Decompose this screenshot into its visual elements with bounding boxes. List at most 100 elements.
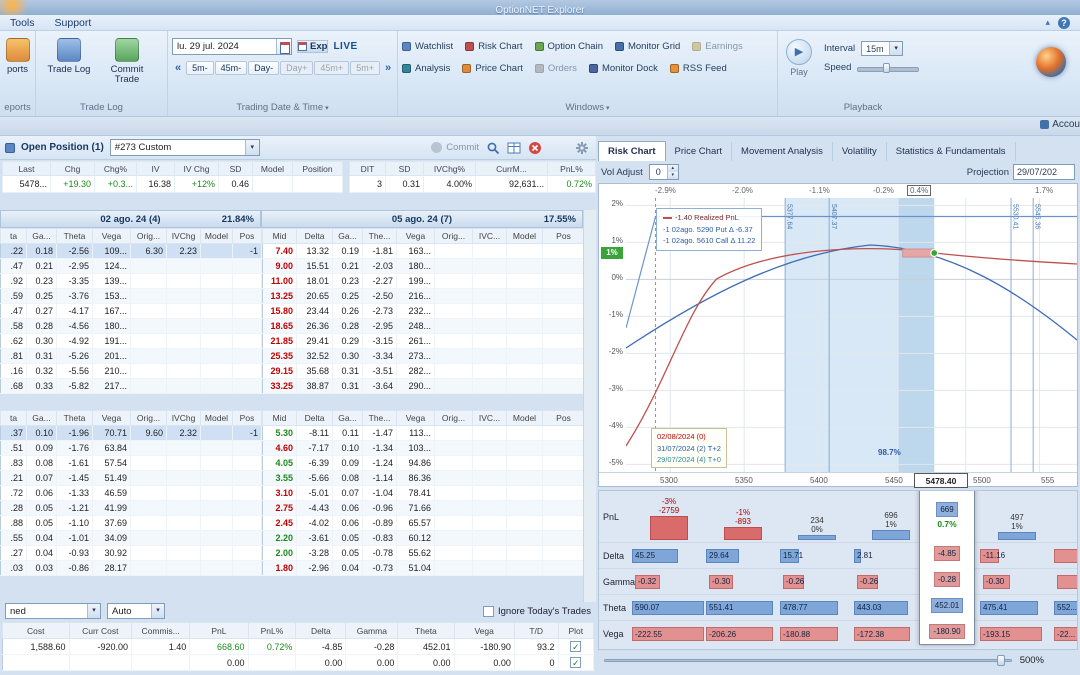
ignore-trades-checkbox[interactable]: [482, 605, 494, 617]
menu-tools[interactable]: Tools: [0, 17, 45, 29]
option-row[interactable]: .47 0.21 -2.95 124...: [0, 258, 262, 274]
column-header[interactable]: Delta: [295, 622, 347, 639]
window-toggle[interactable]: RSS Feed: [669, 63, 727, 74]
window-toggle[interactable]: Watchlist: [402, 41, 453, 52]
option-row[interactable]: 21.85 29.41 0.29 -3.15 261...: [262, 333, 585, 349]
window-toggle[interactable]: Analysis: [402, 63, 450, 74]
option-row[interactable]: 2.20 -3.61 0.05 -0.83 60.12: [262, 530, 585, 546]
option-row[interactable]: .16 0.32 -5.56 210...: [0, 363, 262, 379]
view-mode-select[interactable]: ned ▾: [5, 603, 101, 619]
option-row[interactable]: 3.10 -5.01 0.07 -1.04 78.41: [262, 485, 585, 501]
menu-support[interactable]: Support: [45, 17, 102, 29]
search-icon[interactable]: [485, 140, 500, 155]
fast-forward-button[interactable]: »: [382, 62, 394, 74]
window-toggle[interactable]: Risk Chart: [465, 41, 523, 52]
zoom-slider[interactable]: [604, 654, 1012, 666]
option-row[interactable]: 4.60 -7.17 0.10 -1.34 103...: [262, 440, 585, 456]
option-row[interactable]: .68 0.33 -5.82 217...: [0, 378, 262, 394]
option-row[interactable]: 33.25 38.87 0.31 -3.64 290...: [262, 378, 585, 394]
option-row[interactable]: .47 0.27 -4.17 167...: [0, 303, 262, 319]
column-header[interactable]: Delta: [296, 410, 333, 426]
column-header[interactable]: Ga...: [332, 410, 363, 426]
account-panel-tab[interactable]: Accou: [1040, 119, 1080, 130]
zoom-slider-handle[interactable]: [996, 654, 1005, 666]
column-header[interactable]: Ga...: [332, 228, 363, 244]
window-toggle[interactable]: Option Chain: [534, 41, 603, 52]
option-row[interactable]: 13.25 20.65 0.25 -2.50 216...: [262, 288, 585, 304]
gear-icon[interactable]: [574, 140, 589, 155]
option-row[interactable]: .03 0.03 -0.86 28.17: [0, 560, 262, 576]
option-row[interactable]: 9.00 15.51 0.21 -2.03 180...: [262, 258, 585, 274]
column-header[interactable]: Vega: [396, 410, 435, 426]
plot-checkbox[interactable]: [570, 657, 582, 668]
auto-select[interactable]: Auto ▾: [107, 603, 165, 619]
option-row[interactable]: 25.35 32.52 0.30 -3.34 273...: [262, 348, 585, 364]
column-header[interactable]: Gamma: [345, 622, 399, 639]
column-header[interactable]: IVC...: [472, 410, 507, 426]
option-row[interactable]: 2.00 -3.28 0.05 -0.78 55.62: [262, 545, 585, 561]
fast-back-button[interactable]: «: [172, 62, 184, 74]
calendar-icon[interactable]: [276, 38, 291, 54]
option-row[interactable]: 7.40 13.32 0.19 -1.81 163...: [262, 243, 585, 259]
time-nav-button[interactable]: Day-: [248, 61, 280, 75]
column-header[interactable]: Vega: [92, 228, 131, 244]
speed-slider[interactable]: [857, 62, 920, 73]
option-row[interactable]: 4.05 -6.39 0.09 -1.24 94.86: [262, 455, 585, 471]
column-header[interactable]: Mid: [262, 228, 297, 244]
column-header[interactable]: Model: [200, 410, 233, 426]
time-nav-button[interactable]: 5m-: [186, 61, 214, 75]
column-header[interactable]: Plot: [557, 622, 595, 639]
option-row[interactable]: .92 0.23 -3.35 139...: [0, 273, 262, 289]
column-header[interactable]: ta: [0, 410, 27, 426]
chart-tab[interactable]: Movement Analysis: [732, 142, 833, 161]
column-header[interactable]: Curr Cost: [68, 622, 133, 639]
column-header[interactable]: The...: [362, 228, 397, 244]
column-header[interactable]: Orig...: [434, 410, 473, 426]
option-row[interactable]: 2.45 -4.02 0.06 -0.89 65.57: [262, 515, 585, 531]
option-row[interactable]: .83 0.08 -1.61 57.54: [0, 455, 262, 471]
window-toggle[interactable]: Orders: [534, 63, 577, 74]
option-row[interactable]: .58 0.28 -4.56 180...: [0, 318, 262, 334]
chart-tab[interactable]: Volatility: [833, 142, 887, 161]
option-row[interactable]: .51 0.09 -1.76 63.84: [0, 440, 262, 456]
option-row[interactable]: 2.75 -4.43 0.06 -0.96 71.66: [262, 500, 585, 516]
option-row[interactable]: 1.80 -2.96 0.04 -0.73 51.04: [262, 560, 585, 576]
column-header[interactable]: Vega: [396, 228, 435, 244]
option-row[interactable]: 29.15 35.68 0.31 -3.51 282...: [262, 363, 585, 379]
option-row[interactable]: .37 0.10 -1.96 70.71 9.60 2.32 -1: [0, 425, 262, 441]
column-header[interactable]: Mid: [262, 410, 297, 426]
time-nav-button[interactable]: 45m+: [314, 61, 350, 75]
column-header[interactable]: Model: [506, 228, 543, 244]
expiration-header-05ago[interactable]: 05 ago. 24 (7) 17.55%: [261, 210, 583, 228]
help-icon[interactable]: ?: [1058, 16, 1070, 29]
speed-slider-handle[interactable]: [883, 62, 891, 73]
expiration-header-02ago[interactable]: 02 ago. 24 (4) 21.84%: [0, 210, 261, 228]
column-header[interactable]: Pos: [232, 410, 262, 426]
risk-chart-plot[interactable]: 5377.64 5407.37 5530.41 5545.36 -1.40 Re…: [626, 198, 1077, 472]
spin-down-icon[interactable]: ▾: [667, 172, 678, 179]
option-row[interactable]: .72 0.06 -1.33 46.59: [0, 485, 262, 501]
trade-log-button[interactable]: Trade Log: [40, 35, 98, 75]
option-row[interactable]: .27 0.04 -0.93 30.92: [0, 545, 262, 561]
column-header[interactable]: Theta: [56, 410, 93, 426]
window-toggle[interactable]: Price Chart: [462, 63, 523, 74]
option-row[interactable]: .28 0.05 -1.21 41.99: [0, 500, 262, 516]
column-header[interactable]: Vega: [453, 622, 515, 639]
column-header[interactable]: Delta: [296, 228, 333, 244]
vol-adjust-stepper[interactable]: 0 ▴ ▾: [648, 164, 679, 180]
column-header[interactable]: Pos: [232, 228, 262, 244]
column-header[interactable]: T/D: [513, 622, 559, 639]
option-row[interactable]: .88 0.05 -1.10 37.69: [0, 515, 262, 531]
option-row[interactable]: 18.65 26.36 0.28 -2.95 248...: [262, 318, 585, 334]
column-header[interactable]: IVChg: [166, 410, 201, 426]
trading-date-input[interactable]: lu. 29 jul. 2024: [172, 37, 292, 55]
projection-date-select[interactable]: 29/07/202: [1013, 164, 1075, 180]
column-header[interactable]: Theta: [56, 228, 93, 244]
option-row[interactable]: 11.00 18.01 0.23 -2.27 199...: [262, 273, 585, 289]
column-header[interactable]: Pos: [542, 228, 585, 244]
window-toggle[interactable]: Earnings: [692, 41, 743, 52]
scrollbar[interactable]: [583, 210, 596, 602]
reports-button[interactable]: ports: [4, 35, 31, 75]
column-header[interactable]: Orig...: [130, 228, 167, 244]
option-row[interactable]: 5.30 -8.11 0.11 -1.47 113...: [262, 425, 585, 441]
